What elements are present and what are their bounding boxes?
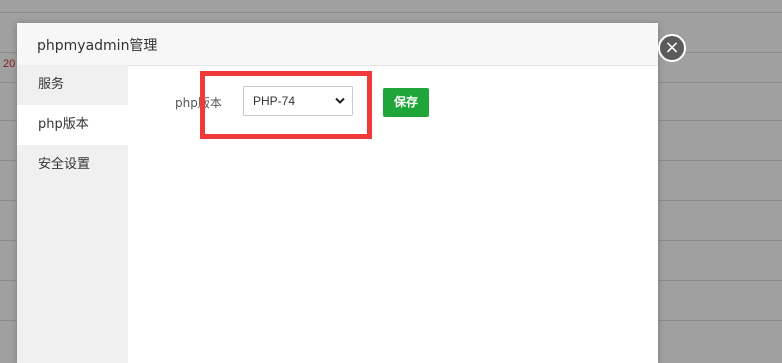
modal-header: phpmyadmin管理 [17, 23, 658, 66]
chevron-down-icon [335, 97, 345, 104]
background-row-text: 20 [3, 58, 16, 70]
save-button[interactable]: 保存 [383, 88, 429, 117]
php-version-selected-value: PHP-74 [253, 94, 296, 108]
sidebar-item-service[interactable]: 服务 [17, 65, 128, 105]
modal-sidebar: 服务 php版本 安全设置 [17, 65, 128, 363]
close-icon: × [664, 37, 680, 58]
sidebar-item-security-settings[interactable]: 安全设置 [17, 145, 128, 185]
php-version-select[interactable]: PHP-74 [243, 86, 353, 116]
modal-title: phpmyadmin管理 [37, 38, 158, 54]
background-row-divider [0, 12, 782, 13]
close-button[interactable]: × [658, 34, 686, 62]
phpmyadmin-modal: phpmyadmin管理 × 服务 php版本 安全设置 php版本 PHP-7… [17, 23, 686, 363]
php-version-label: php版本 [175, 96, 222, 110]
modal-content: php版本 PHP-74 保存 [128, 65, 658, 363]
sidebar-item-php-version[interactable]: php版本 [17, 105, 128, 145]
